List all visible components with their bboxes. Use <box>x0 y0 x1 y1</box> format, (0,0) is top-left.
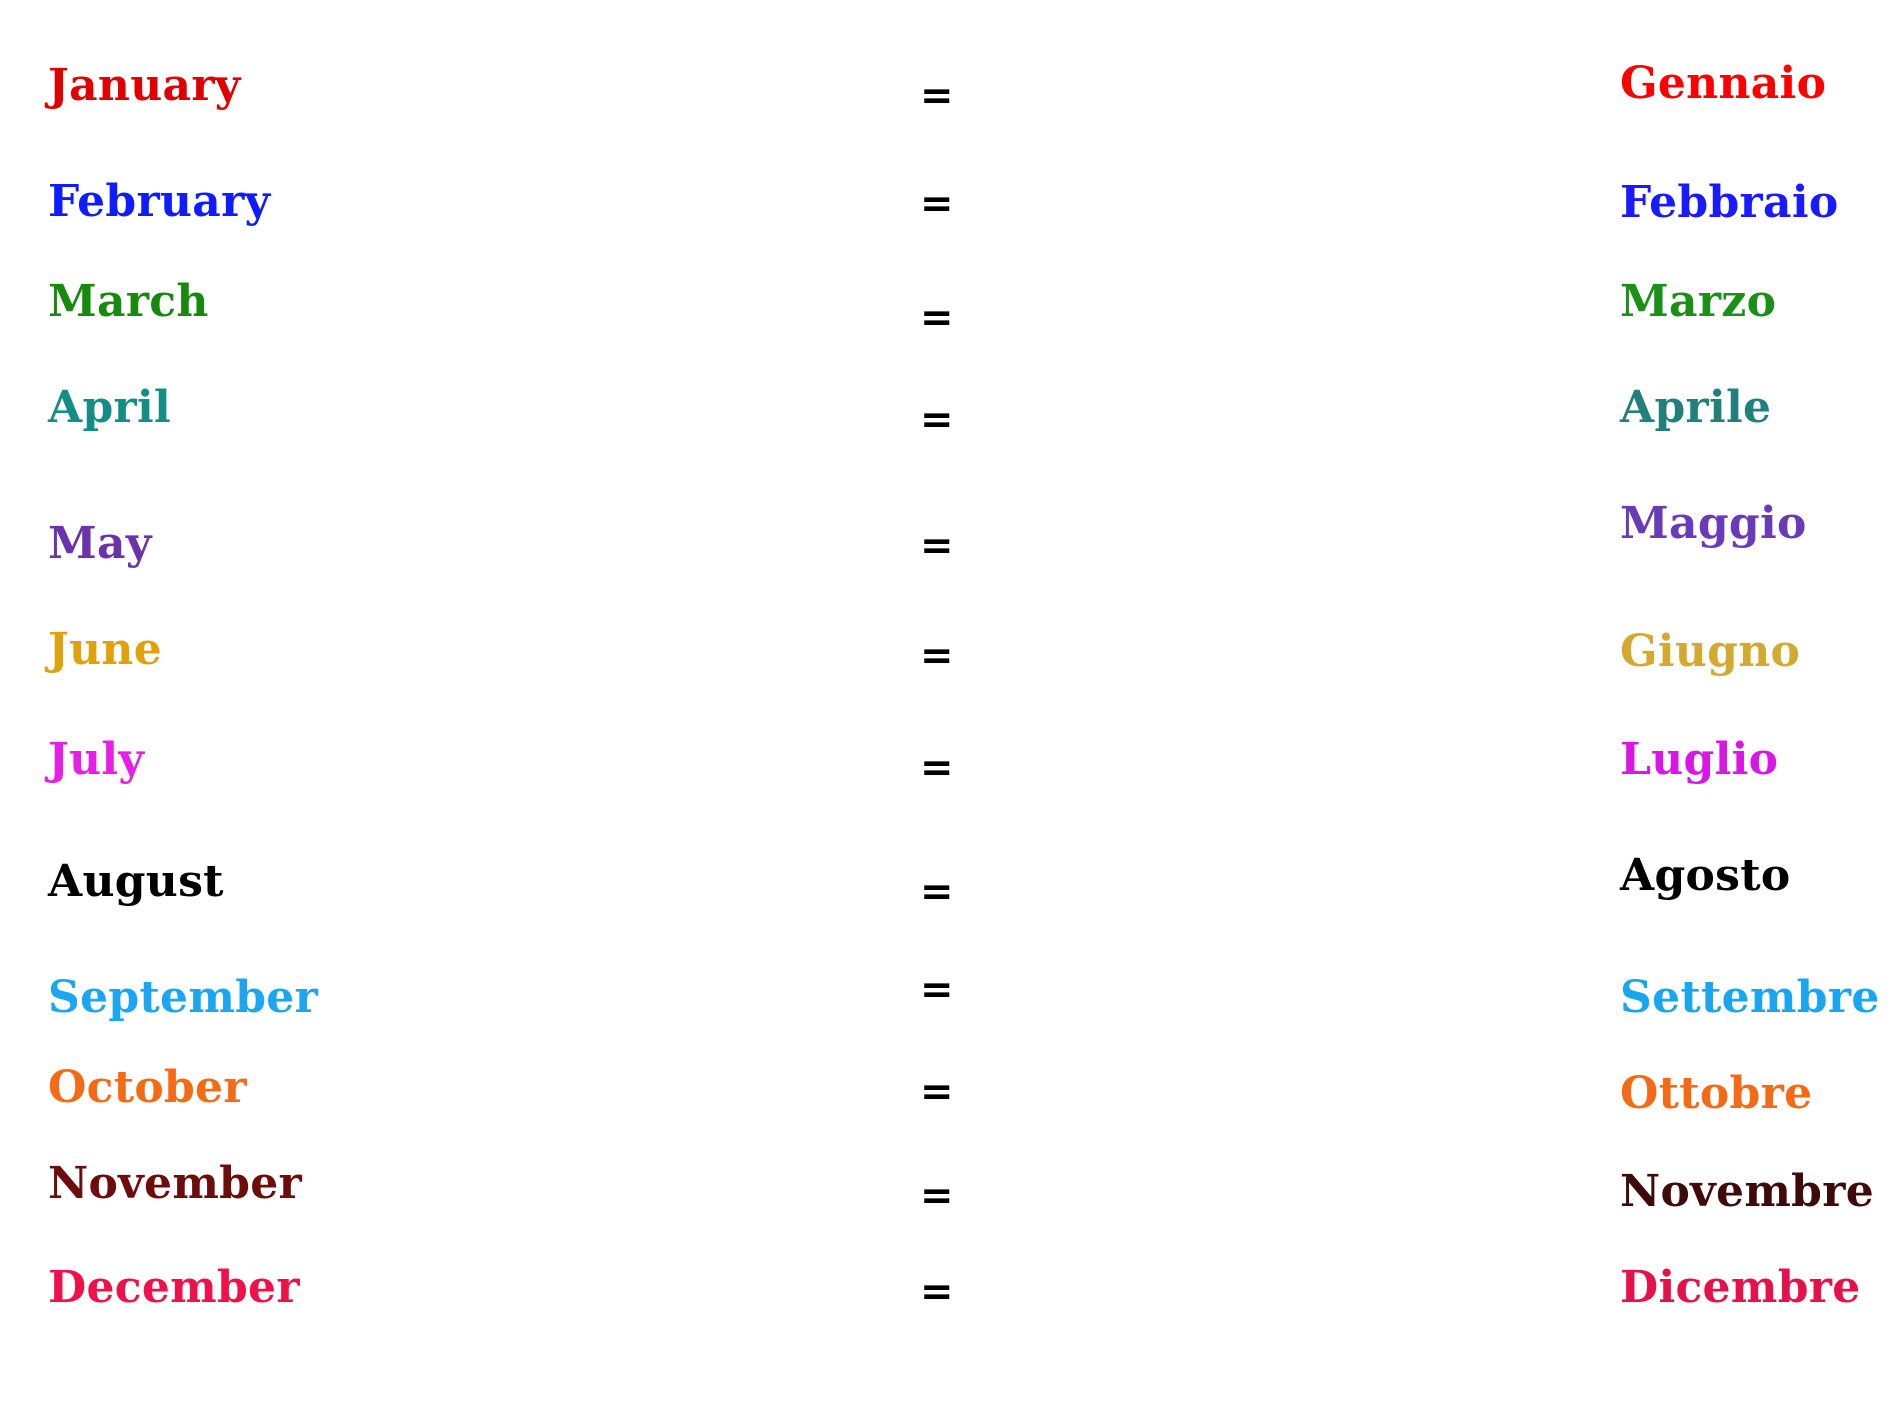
italian-month-luglio: Luglio <box>1620 734 1779 785</box>
italian-month-agosto: Agosto <box>1620 850 1791 901</box>
equals-sign: = <box>920 745 954 791</box>
english-month-september: September <box>48 972 319 1023</box>
italian-month-aprile: Aprile <box>1620 382 1772 433</box>
equals-sign: = <box>920 523 954 569</box>
english-month-july: July <box>48 734 145 785</box>
month-translation-sheet: January = Gennaio February = Febbraio Ma… <box>0 0 1890 1417</box>
equals-sign: = <box>920 295 954 341</box>
english-month-june: June <box>48 624 162 675</box>
equals-sign: = <box>920 181 954 227</box>
equals-sign: = <box>920 633 954 679</box>
italian-month-gennaio: Gennaio <box>1620 58 1827 109</box>
italian-month-febbraio: Febbraio <box>1620 177 1839 228</box>
equals-sign: = <box>920 397 954 443</box>
equals-sign: = <box>920 967 954 1013</box>
english-month-august: August <box>48 856 224 907</box>
english-month-november: November <box>48 1158 303 1209</box>
english-month-october: October <box>48 1062 247 1113</box>
english-month-march: March <box>48 276 209 327</box>
italian-month-novembre: Novembre <box>1620 1166 1875 1217</box>
english-month-december: December <box>48 1262 300 1313</box>
english-month-may: May <box>48 518 152 569</box>
english-month-april: April <box>48 382 172 433</box>
italian-month-settembre: Settembre <box>1620 972 1880 1023</box>
equals-sign: = <box>920 1069 954 1115</box>
italian-month-marzo: Marzo <box>1620 276 1777 327</box>
italian-month-ottobre: Ottobre <box>1620 1068 1813 1119</box>
english-month-february: February <box>48 176 271 227</box>
equals-sign: = <box>920 1269 954 1315</box>
equals-sign: = <box>920 1173 954 1219</box>
italian-month-maggio: Maggio <box>1620 498 1807 549</box>
equals-sign: = <box>920 73 954 119</box>
italian-month-giugno: Giugno <box>1620 626 1801 677</box>
english-month-january: January <box>48 60 241 111</box>
italian-month-dicembre: Dicembre <box>1620 1262 1861 1313</box>
equals-sign: = <box>920 869 954 915</box>
